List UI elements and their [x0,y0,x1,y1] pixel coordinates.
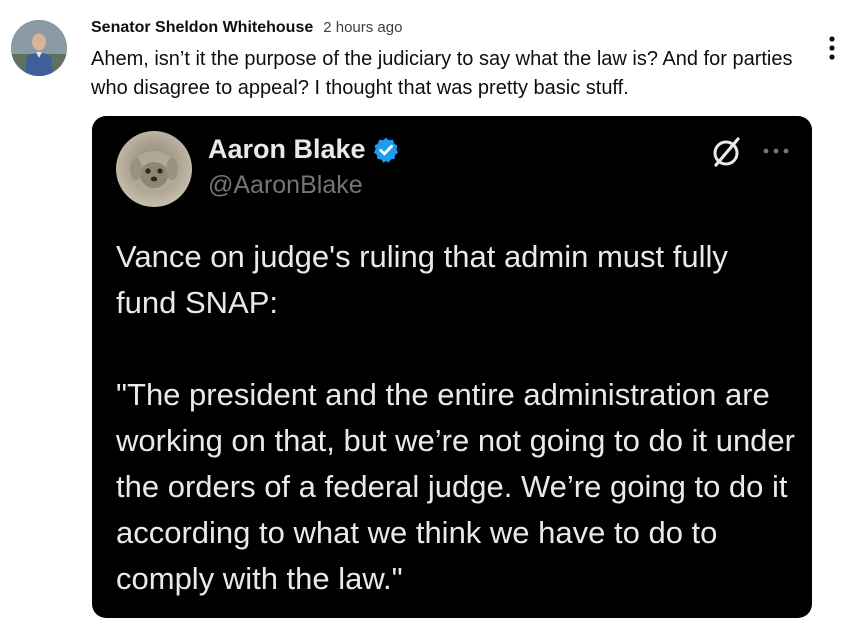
dog-photo-icon [130,151,178,191]
verified-badge-icon [373,137,398,163]
person-photo-icon [11,20,67,76]
embedded-post-display-name: Aaron Blake [208,134,366,164]
x-logo-icon [713,137,740,167]
author-avatar[interactable] [11,20,67,76]
comment-timestamp[interactable]: 2 hours ago [323,19,402,36]
author-name[interactable]: Senator Sheldon Whitehouse [91,19,313,37]
embedded-post-paragraph: "The president and the entire administra… [116,377,795,596]
embedded-post-paragraph: Vance on judge's ruling that admin must … [116,239,728,320]
comment-menu-button[interactable] [820,33,844,63]
embedded-post-text: Vance on judge's ruling that admin must … [116,234,796,602]
embedded-post-name-row: Aaron Blake [208,134,400,165]
vertical-dots-icon [829,36,835,60]
comment-post: Senator Sheldon Whitehouse 2 hours ago A… [0,0,859,634]
comment-header: Senator Sheldon Whitehouse 2 hours ago [91,19,402,39]
embedded-post-handle: @AaronBlake [208,171,363,199]
horizontal-dots-icon [763,148,789,154]
embedded-post-avatar [116,131,192,207]
comment-body: Ahem, isn’t it the purpose of the judici… [91,48,793,99]
embedded-post-image[interactable]: Aaron Blake @AaronBlake Vance on judge's… [92,116,812,618]
